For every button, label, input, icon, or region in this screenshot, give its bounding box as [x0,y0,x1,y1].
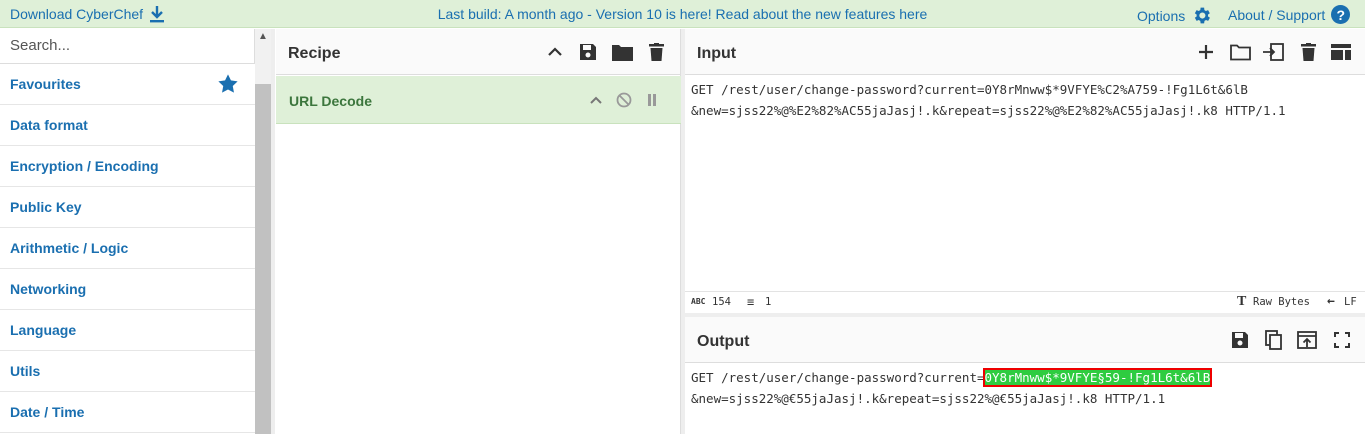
save-recipe-icon[interactable] [577,41,599,63]
collapse-recipe-icon[interactable] [544,41,566,63]
input-status-bar: ABC 154 ≡ 1 T Raw Bytes ← LF [685,291,1365,313]
output-text-line-1[interactable]: GET /rest/user/change-password?current=0… [691,367,1213,388]
scroll-up-icon[interactable]: ▲ [258,31,268,42]
options-link[interactable]: Options [1137,5,1212,26]
encoding-icon[interactable]: T [1237,294,1246,310]
input-title: Input [697,45,737,62]
category-utils[interactable]: Utils [0,351,255,392]
help-icon: ? [1331,5,1351,24]
operations-scrollbar[interactable]: ▲ [255,29,271,434]
operation-name: URL Decode [289,93,372,109]
io-panel: Input GET /rest/user/change-password?cur… [685,29,1365,434]
recipe-title: Recipe [288,45,341,62]
category-label: Encryption / Encoding [10,158,159,174]
recipe-panel: Recipe URL Decode [276,29,681,434]
eol-icon[interactable]: ← [1327,294,1335,309]
category-arithmetic-logic[interactable]: Arithmetic / Logic [0,228,255,269]
category-label: Public Key [10,199,82,215]
category-label: Favourites [10,76,81,92]
top-banner: Download CyberChef Last build: A month a… [0,0,1365,28]
open-file-icon[interactable] [1262,41,1284,63]
input-encoding[interactable]: Raw Bytes [1253,296,1310,308]
about-support-link[interactable]: About / Support ? [1228,5,1351,24]
category-public-key[interactable]: Public Key [0,187,255,228]
input-header: Input [685,29,1365,75]
download-label: Download CyberChef [10,6,144,22]
output-prefix: GET /rest/user/change-password?current= [691,370,985,385]
category-language[interactable]: Language [0,310,255,351]
about-label: About / Support [1228,6,1326,23]
output-highlight[interactable]: 0Y8rMnww$*9VFYE§59-!Fg1L6t&6lB [982,368,1213,387]
replace-input-icon[interactable] [1296,329,1318,351]
category-label: Arithmetic / Logic [10,240,129,256]
disable-operation-icon[interactable] [613,89,635,111]
star-icon [218,74,238,93]
reset-layout-icon[interactable] [1330,41,1352,63]
input-lines: 1 [765,296,772,308]
operations-panel: Search... Favourites Data format Encrypt… [0,29,255,434]
copy-output-icon[interactable] [1263,329,1285,351]
input-text-line-1[interactable]: GET /rest/user/change-password?current=0… [691,79,1248,100]
recipe-header: Recipe [276,29,680,75]
breakpoint-icon[interactable] [641,89,663,111]
maximise-output-icon[interactable] [1331,329,1353,351]
gear-icon [1195,7,1211,24]
add-tab-icon[interactable] [1195,41,1217,63]
ops-recipe-gutter[interactable] [271,29,275,434]
output-header: Output [685,317,1365,363]
save-output-icon[interactable] [1229,329,1251,351]
category-networking[interactable]: Networking [0,269,255,310]
output-title: Output [697,333,750,350]
load-recipe-icon[interactable] [611,41,633,63]
options-label: Options [1137,7,1186,24]
download-link[interactable]: Download CyberChef [10,5,165,23]
notice-text[interactable]: Last build: A month ago - Version 10 is … [438,6,928,22]
category-label: Data format [10,117,88,133]
lines-icon: ≡ [747,295,755,309]
collapse-operation-icon[interactable] [585,89,607,111]
input-text-line-2[interactable]: &new=sjss22%@%E2%82%AC55jaJasj!.k&repeat… [691,100,1286,121]
input-length: 154 [712,296,731,308]
clear-input-icon[interactable] [1297,41,1319,63]
recipe-operation-url-decode[interactable]: URL Decode [276,76,681,124]
category-data-format[interactable]: Data format [0,105,255,146]
scrollbar-thumb[interactable] [255,84,271,434]
output-text-line-2[interactable]: &new=sjss22%@€55jaJasj!.k&repeat=sjss22%… [691,388,1165,409]
category-encryption-encoding[interactable]: Encryption / Encoding [0,146,255,187]
search-input[interactable]: Search... [0,29,255,64]
clear-recipe-icon[interactable] [645,41,667,63]
length-icon: ABC [691,297,706,306]
category-label: Networking [10,281,87,297]
category-label: Date / Time [10,404,85,420]
input-eol[interactable]: LF [1344,296,1357,308]
open-folder-icon[interactable] [1229,41,1251,63]
download-icon [150,6,165,23]
category-favourites[interactable]: Favourites [0,64,255,105]
category-date-time[interactable]: Date / Time [0,392,255,433]
category-label: Language [10,322,77,338]
category-label: Utils [10,363,41,379]
